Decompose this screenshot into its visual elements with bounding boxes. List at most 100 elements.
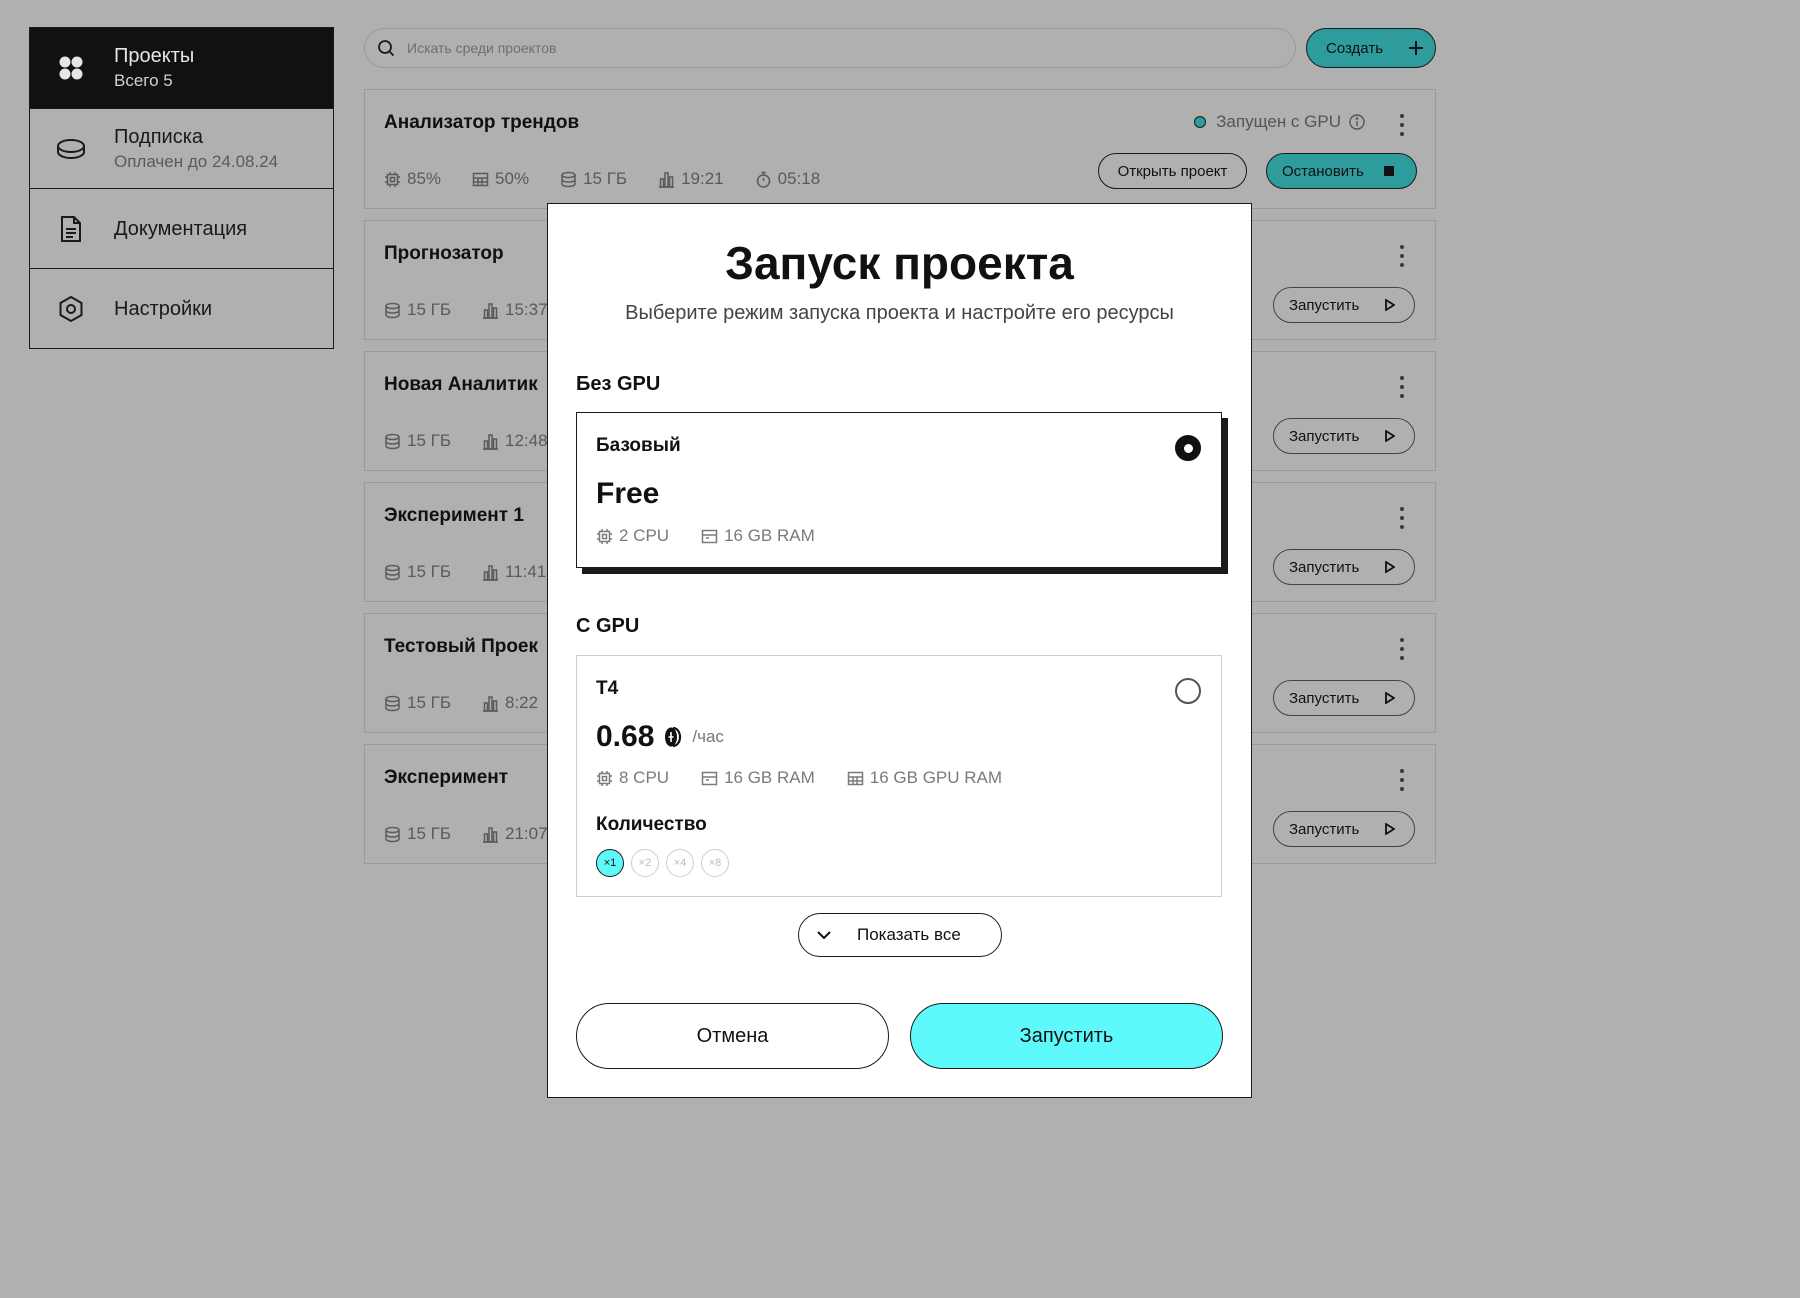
ram-icon (701, 770, 724, 787)
sidebar-item-label: Документация (114, 217, 248, 240)
last-run-time: 15:37 (505, 300, 548, 319)
cpu-spec: 8 CPU (619, 768, 670, 787)
cpu-icon (384, 171, 407, 188)
database-icon (384, 302, 407, 319)
cpu-usage: 85% (407, 169, 442, 188)
plan-specs: 2 CPU 16 GB RAM (596, 526, 847, 546)
chevron-down-icon (817, 930, 857, 940)
play-icon (1385, 561, 1395, 573)
plus-icon (1409, 41, 1423, 55)
bar-chart-icon (482, 433, 505, 450)
quantity-option[interactable]: ×1 (596, 849, 624, 877)
plan-name: T4 (596, 678, 619, 699)
play-icon (1385, 692, 1395, 704)
plan-price: 0.68 (596, 720, 655, 753)
more-menu-icon[interactable] (1397, 374, 1407, 400)
sidebar-item-projects[interactable]: Проекты Всего 5 (30, 28, 333, 108)
show-all-button[interactable]: Показать все (798, 913, 1002, 957)
project-stats: 15 ГБ 8:22 (384, 693, 569, 713)
launch-project-modal: Запуск проекта Выберите режим запуска пр… (547, 203, 1252, 1098)
search-input[interactable] (407, 40, 1267, 56)
info-icon[interactable] (1349, 114, 1365, 130)
cpu-spec: 2 CPU (619, 526, 670, 545)
project-title: Анализатор трендов (384, 112, 580, 133)
sidebar-item-sublabel: Оплачен до 24.08.24 (114, 151, 279, 171)
plan-basic-radio[interactable] (1175, 435, 1201, 461)
disk-size: 15 ГБ (407, 431, 451, 450)
more-menu-icon[interactable] (1397, 243, 1407, 269)
run-button[interactable]: Запустить (1273, 418, 1415, 454)
project-title: Прогнозатор (384, 243, 504, 264)
grid-icon (56, 53, 86, 83)
run-button[interactable]: Запустить (1273, 287, 1415, 323)
disk-size: 15 ГБ (407, 562, 451, 581)
gpu-ram-spec: 16 GB GPU RAM (869, 768, 1003, 787)
open-project-button[interactable]: Открыть проект (1098, 153, 1247, 189)
ram-spec: 16 GB RAM (724, 768, 815, 787)
disk-size: 15 ГБ (407, 300, 451, 319)
modal-title: Запуск проекта (725, 237, 1074, 289)
disk-size: 15 ГБ (583, 169, 628, 188)
ram-usage: 50% (495, 169, 530, 188)
search-icon (377, 39, 407, 57)
run-timer: 05:18 (777, 169, 821, 188)
coin-icon (664, 726, 682, 748)
run-button[interactable]: Запустить (1273, 680, 1415, 716)
run-button-label: Запустить (1289, 689, 1360, 707)
plan-specs: 8 CPU 16 GB RAM 16 GB GPU RAM (596, 768, 1034, 788)
bar-chart-icon (658, 171, 681, 188)
quantity-option[interactable]: ×2 (631, 849, 659, 877)
project-title: Новая Аналитик (384, 374, 538, 395)
project-title: Эксперимент 1 (384, 505, 524, 526)
plan-t4-card[interactable]: T4 0.68 /час 8 CPU 16 GB RAM 16 GB GPU R… (576, 655, 1222, 897)
status-dot (1194, 116, 1207, 128)
settings-icon (56, 294, 86, 324)
disk-size: 15 ГБ (407, 824, 451, 843)
run-button-label: Запустить (1289, 558, 1360, 576)
sidebar-item-subscription[interactable]: Подписка Оплачен до 24.08.24 (30, 108, 333, 188)
quantity-option[interactable]: ×8 (701, 849, 729, 877)
sidebar-item-label: Проекты (114, 45, 195, 67)
more-menu-icon[interactable] (1397, 767, 1407, 793)
play-icon (1385, 299, 1395, 311)
database-icon (384, 695, 407, 712)
sidebar-item-documentation[interactable]: Документация (30, 188, 333, 268)
quantity-selector: ×1 ×2 ×4 ×8 (596, 849, 736, 877)
create-button-label: Создать (1326, 39, 1384, 57)
disk-size: 15 ГБ (407, 693, 451, 712)
section-no-gpu: Без GPU (576, 373, 661, 395)
project-title: Тестовый Проек (384, 636, 539, 657)
plan-basic-card[interactable]: Базовый Free 2 CPU 16 GB RAM (576, 412, 1222, 568)
plan-t4-radio[interactable] (1175, 678, 1201, 704)
quantity-option[interactable]: ×4 (666, 849, 694, 877)
stop-button[interactable]: Остановить (1266, 153, 1417, 189)
bar-chart-icon (482, 826, 505, 843)
sidebar-item-sublabel: Всего 5 (114, 71, 173, 90)
status-text: Запущен с GPU (1216, 112, 1341, 131)
run-button[interactable]: Запустить (1273, 549, 1415, 585)
more-menu-icon[interactable] (1397, 636, 1407, 662)
ram-icon (701, 528, 724, 545)
last-run-time: 11:41 (505, 562, 547, 581)
more-menu-icon[interactable] (1397, 505, 1407, 531)
database-icon (560, 171, 583, 188)
last-run-time: 21:07 (505, 824, 548, 843)
bar-chart-icon (482, 302, 505, 319)
cpu-icon (596, 528, 619, 545)
sidebar-item-label: Подписка (114, 125, 204, 148)
gpu-ram-icon (847, 770, 870, 787)
more-menu-icon[interactable] (1397, 112, 1407, 138)
quantity-label: Количество (596, 814, 707, 835)
run-button[interactable]: Запустить (1273, 811, 1415, 847)
last-run-time: 19:21 (681, 169, 724, 188)
price-period: /час (692, 727, 724, 746)
project-stats: 85% 50% 15 ГБ 19:21 05:18 (384, 169, 851, 189)
create-button[interactable]: Создать (1306, 28, 1436, 68)
launch-button[interactable]: Запустить (910, 1003, 1223, 1069)
last-run-time: 8:22 (505, 693, 539, 712)
stopwatch-icon (755, 171, 778, 188)
sidebar-item-settings[interactable]: Настройки (30, 268, 333, 348)
ram-spec: 16 GB RAM (724, 526, 815, 545)
section-gpu: С GPU (576, 615, 640, 637)
cancel-button[interactable]: Отмена (576, 1003, 889, 1069)
